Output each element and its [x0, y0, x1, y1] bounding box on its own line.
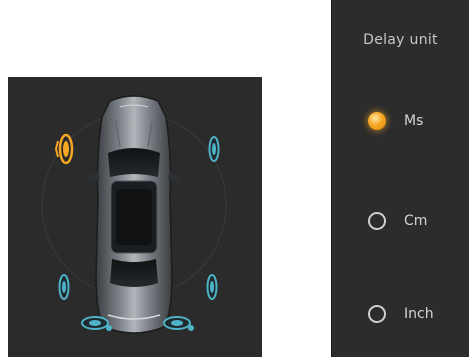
delay-unit-option-label: Ms — [404, 113, 424, 129]
delay-unit-option-cm[interactable]: Cm — [368, 208, 427, 234]
radio-selected-icon[interactable] — [368, 112, 386, 130]
delay-unit-title: Delay unit — [363, 32, 438, 48]
car-top-view-graphic — [41, 95, 227, 334]
delay-unit-panel: Delay unit Ms Cm Inch — [331, 0, 469, 357]
radio-unselected-icon[interactable] — [368, 305, 386, 323]
speaker-layout-panel — [8, 77, 262, 357]
radio-unselected-icon[interactable] — [368, 212, 386, 230]
car-body — [88, 95, 180, 334]
delay-unit-option-label: Cm — [404, 213, 428, 229]
delay-unit-option-ms[interactable]: Ms — [368, 108, 423, 134]
delay-unit-option-inch[interactable]: Inch — [368, 301, 434, 327]
delay-unit-option-label: Inch — [404, 306, 434, 322]
